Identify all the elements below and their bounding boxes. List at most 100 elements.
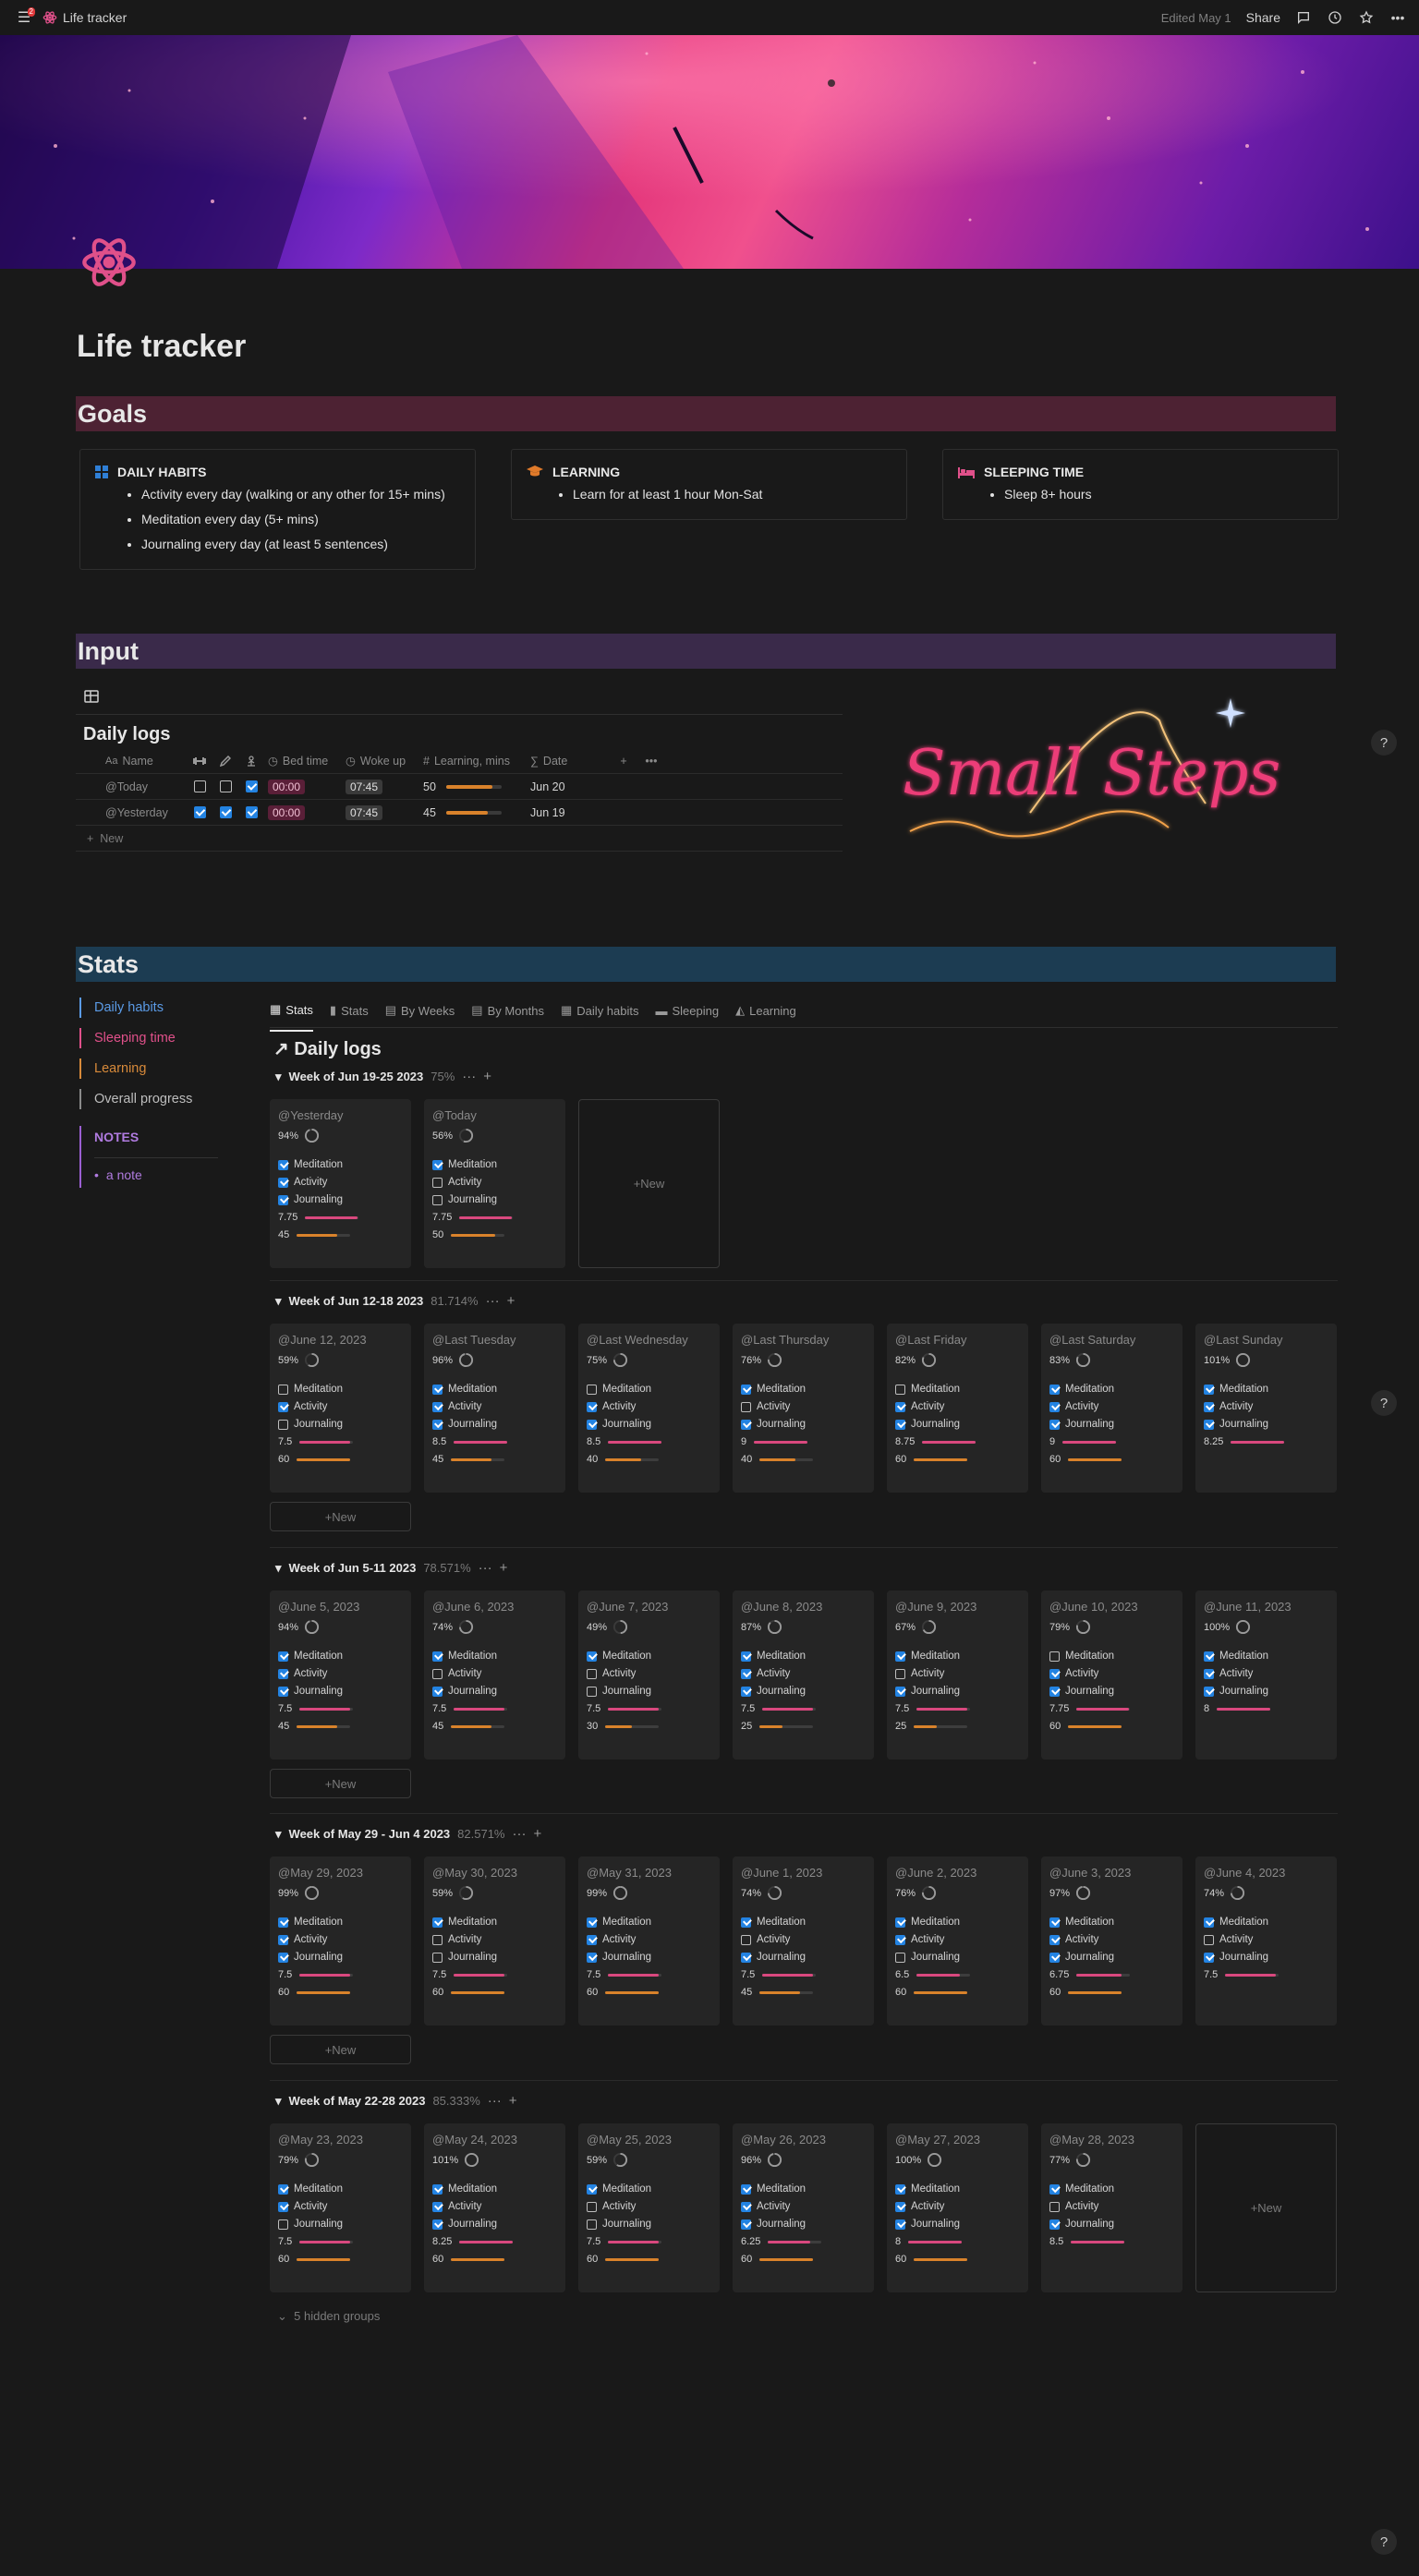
new-card-button[interactable]: + New [578,1099,720,1268]
meditation-checkbox[interactable] [895,2183,905,2195]
activity-checkbox[interactable] [1049,1401,1060,1412]
day-card[interactable]: @June 5, 2023 94% Meditation Activity Journa… [270,1590,411,1760]
day-card[interactable]: @May 29, 2023 99% Meditation Activity Journa… [270,1856,411,2026]
day-card[interactable]: @May 27, 2023 100% Meditation Activity Journ… [887,2123,1028,2292]
activity-checkbox[interactable] [587,1934,597,1945]
journaling-checkbox[interactable] [1204,1686,1214,1697]
activity-checkbox[interactable] [1204,1668,1214,1679]
day-card[interactable]: @June 11, 2023 100% Meditation Activity Jour… [1195,1590,1337,1760]
activity-checkbox[interactable] [741,1668,751,1679]
meditation-checkbox[interactable] [895,1651,905,1662]
journaling-checkbox[interactable] [895,1952,905,1963]
journaling-checkbox[interactable] [432,1952,443,1963]
new-card-button[interactable]: + New [270,1502,411,1531]
day-card[interactable]: @June 6, 2023 74% Meditation Activity Journa… [424,1590,565,1760]
journaling-checkbox[interactable] [895,1419,905,1430]
day-card[interactable]: @June 1, 2023 74% Meditation Activity Journa… [733,1856,874,2026]
col-dumbbell[interactable] [187,756,212,766]
history-icon[interactable] [1327,9,1343,26]
meditation-checkbox[interactable] [587,2183,597,2195]
journaling-checkbox[interactable] [278,1419,288,1430]
day-card[interactable]: @June 9, 2023 67% Meditation Activity Journa… [887,1590,1028,1760]
col-woke-up[interactable]: ◷ Woke up [342,754,419,768]
table-row[interactable]: @Today 00:00 07:45 50 Jun 20 [76,774,843,800]
journaling-checkbox[interactable] [432,1419,443,1430]
activity-checkbox[interactable] [741,1401,751,1412]
journaling-checkbox[interactable] [587,1686,597,1697]
day-card[interactable]: @May 23, 2023 79% Meditation Activity Journa… [270,2123,411,2292]
meditation-checkbox[interactable] [1204,1384,1214,1395]
activity-checkbox[interactable] [278,1177,288,1188]
journaling-checkbox[interactable] [278,1686,288,1697]
col-name[interactable]: Aa Name [76,755,187,768]
stats-header[interactable]: Stats [76,947,1336,982]
add-column-button[interactable]: + [610,755,637,768]
day-card[interactable]: @May 31, 2023 99% Meditation Activity Journa… [578,1856,720,2026]
activity-checkbox[interactable] [741,1934,751,1945]
group-options-button[interactable]: ··· [512,1826,526,1842]
journaling-checkbox[interactable] [1049,2219,1060,2230]
journaling-checkbox[interactable] [432,1194,443,1205]
collapse-caret-icon[interactable]: ▾ [275,1070,282,1084]
activity-checkbox[interactable] [432,1401,443,1412]
journaling-checkbox[interactable] [278,1952,288,1963]
col-bed-time[interactable]: ◷ Bed time [264,754,342,768]
activity-checkbox[interactable] [432,2201,443,2212]
help-button[interactable]: ? [1371,730,1397,756]
sidebar-link-daily-habits[interactable]: Daily habits [79,998,218,1018]
day-card[interactable]: @Today 56% Meditation Activity Journaling 7.7… [424,1099,565,1268]
day-card[interactable]: @June 2, 2023 76% Meditation Activity Journa… [887,1856,1028,2026]
group-header[interactable]: ▾ Week of Jun 5-11 2023 78.571% ··· + [275,1560,507,1576]
table-view-icon[interactable] [83,688,100,705]
activity-checkbox[interactable] [895,1668,905,1679]
star-icon[interactable] [1358,9,1375,26]
comment-icon[interactable] [1295,9,1312,26]
journaling-checkbox[interactable] [432,2219,443,2230]
meditation-checkbox[interactable] [1049,1384,1060,1395]
bed-time-value[interactable]: 00:00 [268,804,306,820]
meditation-checkbox[interactable] [741,1651,751,1662]
activity-checkbox[interactable] [587,2201,597,2212]
meditation-checkbox[interactable] [278,1384,288,1395]
day-card[interactable]: @May 28, 2023 77% Meditation Activity Journa… [1041,2123,1182,2292]
col-lotus[interactable] [238,755,264,767]
meditation-checkbox[interactable] [278,2183,288,2195]
meditation-checkbox[interactable] [741,1384,751,1395]
activity-checkbox[interactable] [741,2201,751,2212]
group-add-button[interactable]: + [509,2093,517,2109]
new-card-button[interactable]: + New [1195,2123,1337,2292]
journaling-checkbox[interactable] [1204,1952,1214,1963]
sidebar-link-sleeping-time[interactable]: Sleeping time [79,1028,218,1048]
sidebar-link-overall-progress[interactable]: Overall progress [79,1089,218,1109]
row-name[interactable]: @Today [76,780,187,793]
journaling-checkbox[interactable] [1204,1419,1214,1430]
woke-up-value[interactable]: 07:45 [346,804,383,820]
journaling-checkbox[interactable] [741,2219,751,2230]
activity-checkbox[interactable] [1204,1934,1214,1945]
activity-checkbox[interactable] [193,806,206,818]
group-options-button[interactable]: ··· [479,1560,492,1576]
group-add-button[interactable]: + [483,1069,491,1084]
journaling-checkbox[interactable] [1049,1952,1060,1963]
journaling-checkbox[interactable] [587,1419,597,1430]
day-card[interactable]: @June 12, 2023 59% Meditation Activity Journ… [270,1324,411,1493]
board-title[interactable]: ↗ Daily logs [273,1037,382,1060]
activity-checkbox[interactable] [1049,2201,1060,2212]
activity-checkbox[interactable] [895,1934,905,1945]
day-card[interactable]: @May 26, 2023 96% Meditation Activity Journa… [733,2123,874,2292]
meditation-checkbox[interactable] [432,1159,443,1170]
group-header[interactable]: ▾ Week of May 29 - Jun 4 2023 82.571% ··· + [275,1826,541,1842]
column-options-button[interactable]: ••• [637,755,665,768]
day-card[interactable]: @Last Wednesday 75% Meditation Activity Jour… [578,1324,720,1493]
group-options-button[interactable]: ··· [488,2093,502,2109]
day-card[interactable]: @Last Sunday 101% Meditation Activity Journa… [1195,1324,1337,1493]
meditation-checkbox[interactable] [278,1917,288,1928]
journaling-checkbox[interactable] [432,1686,443,1697]
journaling-checkbox[interactable] [895,1686,905,1697]
meditation-checkbox[interactable] [278,1651,288,1662]
new-row-button[interactable]: + New [76,826,843,852]
day-card[interactable]: @June 3, 2023 97% Meditation Activity Journa… [1041,1856,1182,2026]
col-date[interactable]: ∑ Date [527,755,610,768]
journaling-checkbox[interactable] [741,1952,751,1963]
collapse-caret-icon[interactable]: ▾ [275,1561,282,1576]
